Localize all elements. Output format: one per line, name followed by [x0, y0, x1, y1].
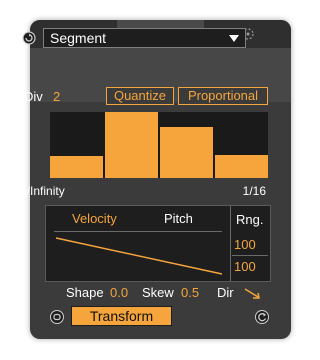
range-max-label: 1/16 [242, 184, 266, 198]
skew-value[interactable]: 0.5 [181, 285, 199, 300]
segment-bar[interactable] [50, 156, 103, 178]
segment-bar[interactable] [160, 127, 213, 178]
transform-button[interactable]: Transform [71, 306, 172, 326]
segment-bar[interactable] [105, 112, 158, 178]
tab-pitch[interactable]: Pitch [164, 211, 193, 226]
refresh-icon[interactable] [255, 310, 269, 324]
range-heading: Rng. [236, 212, 264, 227]
direction-arrow-icon[interactable] [243, 286, 261, 300]
algorithm-select[interactable]: Segment [43, 28, 246, 48]
range-low-value[interactable]: 100 [234, 259, 256, 274]
segment-bar[interactable] [215, 155, 268, 178]
div-label: Div [24, 89, 43, 104]
tab-divider [54, 231, 222, 232]
skew-label: Skew [142, 285, 174, 300]
target-section: Velocity Pitch Rng. 100 100 [45, 205, 271, 282]
dropdown-arrow-icon [229, 35, 239, 42]
quantize-toggle[interactable]: Quantize [106, 87, 174, 105]
range-high-value[interactable]: 100 [234, 237, 256, 252]
tab-velocity[interactable]: Velocity [72, 211, 117, 226]
div-value[interactable]: 2 [53, 89, 60, 104]
dir-label: Dir [217, 285, 234, 300]
segment-graph[interactable] [50, 112, 268, 178]
range-min-label: 1/Infinity [20, 184, 65, 198]
algorithm-select-value: Segment [50, 30, 107, 46]
range-divider [230, 206, 231, 281]
velocity-curve[interactable] [54, 234, 224, 278]
shape-label: Shape [66, 285, 104, 300]
range-separator [232, 255, 268, 256]
segment-range-row: 1/Infinity 1/16 [20, 182, 270, 200]
loop-icon[interactable] [50, 310, 64, 324]
shape-value[interactable]: 0.0 [110, 285, 128, 300]
reset-icon[interactable] [22, 31, 36, 45]
proportional-toggle[interactable]: Proportional [178, 87, 268, 105]
params-row: Shape 0.0 Skew 0.5 Dir [45, 283, 271, 301]
